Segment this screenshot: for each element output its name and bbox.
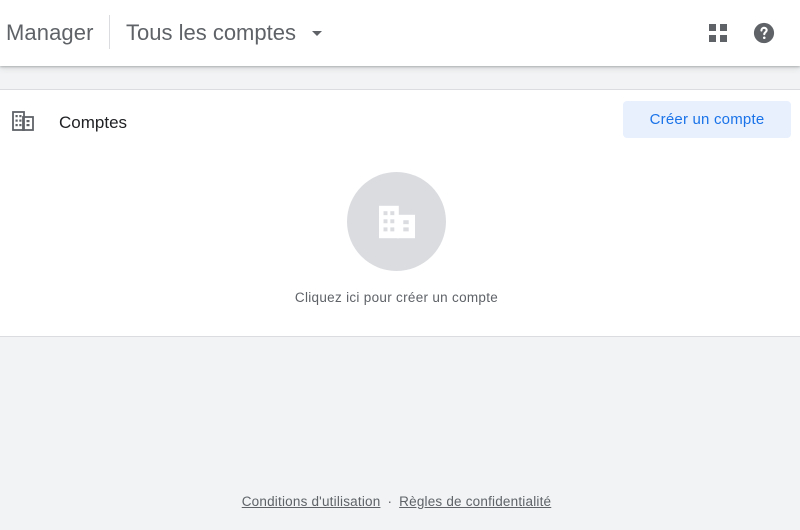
product-name: Manager <box>6 20 94 45</box>
footer-separator: · <box>387 494 393 509</box>
empty-state-text[interactable]: Cliquez ici pour créer un compte <box>0 290 793 305</box>
create-account-button[interactable]: Créer un compte <box>623 101 791 138</box>
apps-grid-icon <box>709 24 727 42</box>
help-button[interactable] <box>748 17 780 49</box>
account-selector-label: Tous les comptes <box>126 20 296 45</box>
account-selector[interactable]: Tous les comptes <box>126 18 322 48</box>
footer: Conditions d'utilisation · Règles de confi… <box>0 494 793 509</box>
accounts-card: Comptes Créer un compte Cliquez ici pour… <box>0 89 800 337</box>
building-icon <box>378 205 415 238</box>
privacy-link[interactable]: Règles de confidentialité <box>399 494 551 509</box>
caret-down-icon <box>311 30 322 36</box>
header-divider <box>109 15 110 49</box>
help-circle-icon <box>753 22 775 44</box>
empty-state-create-button[interactable] <box>347 172 446 271</box>
apps-button[interactable] <box>702 17 734 49</box>
building-icon <box>12 111 34 131</box>
terms-link[interactable]: Conditions d'utilisation <box>242 494 381 509</box>
top-app-bar: Manager Tous les comptes <box>0 0 800 66</box>
card-title: Comptes <box>59 113 128 132</box>
